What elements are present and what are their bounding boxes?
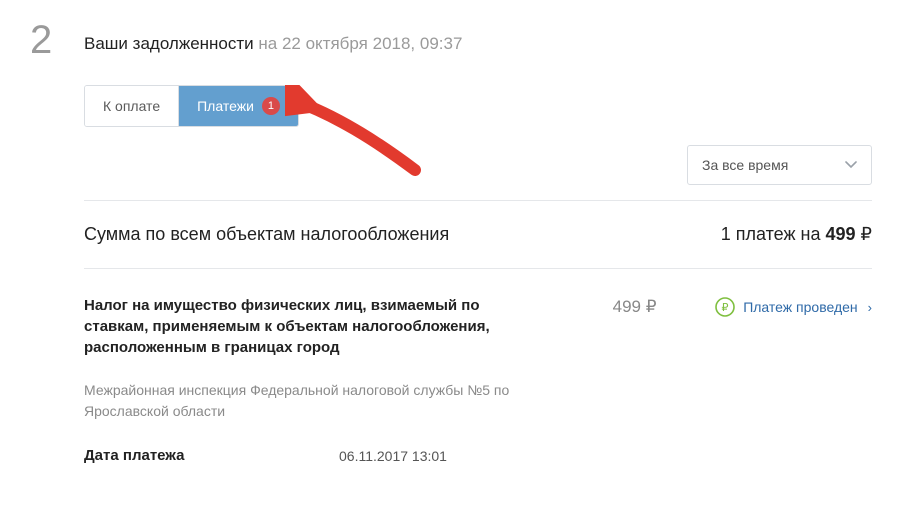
payment-status-link[interactable]: ₽ Платеж проведен › (715, 297, 872, 317)
payment-item-amount: 499 ₽ (613, 297, 657, 317)
payment-item: Налог на имущество физических лиц, взима… (84, 295, 872, 422)
summary-value: 499 (825, 224, 855, 244)
chevron-right-icon: › (868, 300, 872, 315)
time-filter-selected: За все время (702, 157, 788, 173)
page-title-date: на 22 октября 2018, 09:37 (258, 34, 462, 53)
time-filter-dropdown[interactable]: За все время (687, 145, 872, 185)
ruble-icon: ₽ (715, 297, 735, 317)
divider (84, 268, 872, 269)
svg-text:₽: ₽ (722, 302, 729, 314)
payment-date-label: Дата платежа (84, 447, 339, 464)
tab-payments[interactable]: Платежи 1 (179, 86, 298, 126)
payment-item-subtitle: Межрайонная инспекция Федеральной налого… (84, 380, 534, 422)
summary-amount: 1 платеж на 499 ₽ (721, 224, 872, 245)
payment-date-row: Дата платежа 06.11.2017 13:01 (84, 447, 447, 464)
tab-to-pay[interactable]: К оплате (85, 86, 179, 126)
step-number: 2 (30, 18, 52, 63)
page-title-row: Ваши задолженности на 22 октября 2018, 0… (84, 34, 462, 54)
summary-label: Сумма по всем объектам налогообложения (84, 224, 449, 245)
summary-prefix: 1 платеж на (721, 224, 826, 244)
summary-row: Сумма по всем объектам налогообложения 1… (84, 224, 872, 245)
divider (84, 200, 872, 201)
summary-currency: ₽ (861, 224, 872, 244)
payment-item-amount-value: 499 (613, 297, 641, 316)
payment-item-amount-currency: ₽ (646, 297, 657, 316)
tab-to-pay-label: К оплате (103, 98, 160, 114)
page-title: Ваши задолженности (84, 34, 254, 53)
chevron-down-icon (845, 161, 857, 169)
annotation-arrow-icon (285, 85, 425, 185)
page: 2 Ваши задолженности на 22 октября 2018,… (0, 0, 900, 505)
payment-status-label: Платеж проведен (743, 299, 857, 315)
payment-item-header: Налог на имущество физических лиц, взима… (84, 295, 872, 358)
payments-badge: 1 (262, 97, 280, 115)
payment-item-title: Налог на имущество физических лиц, взима… (84, 295, 534, 358)
payment-date-value: 06.11.2017 13:01 (339, 448, 447, 464)
tab-payments-label: Платежи (197, 98, 254, 114)
tabs: К оплате Платежи 1 (84, 85, 299, 127)
